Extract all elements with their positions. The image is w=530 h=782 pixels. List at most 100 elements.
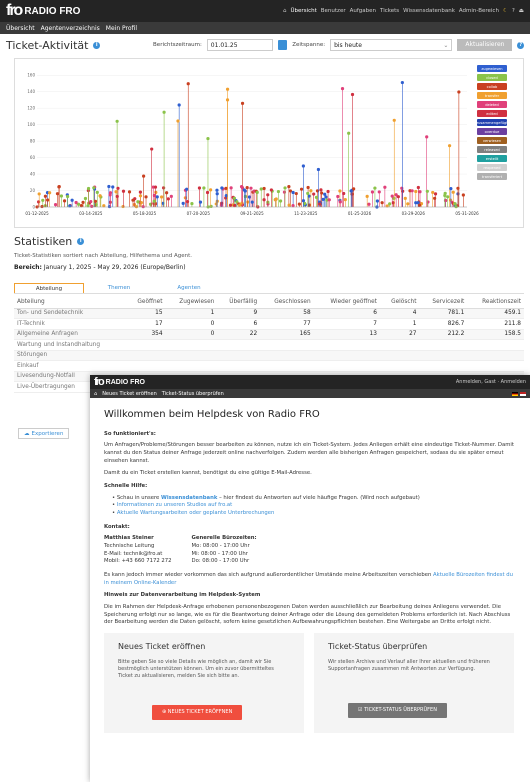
- table-row: Einkauf: [14, 360, 524, 372]
- data-point: [266, 193, 270, 197]
- data-point: [276, 189, 281, 194]
- help-info-icon[interactable]: ?: [517, 41, 525, 49]
- nav-item-users[interactable]: Benutzer: [321, 8, 346, 14]
- new-ticket-title: Neues Ticket eröffnen: [118, 641, 206, 651]
- table-cell: Allgemeine Anfragen: [14, 329, 127, 340]
- column-header[interactable]: Geöffnet: [126, 296, 166, 309]
- nav-new-ticket[interactable]: Neues Ticket eröffnen: [102, 391, 157, 397]
- new-ticket-button[interactable]: ⊕ NEUES TICKET ERÖFFNEN: [152, 704, 243, 721]
- table-cell: [419, 360, 468, 372]
- data-point: [165, 191, 169, 195]
- subnav-agent-directory[interactable]: Agentenverzeichnis: [41, 25, 100, 32]
- data-point: [177, 103, 181, 107]
- guest-login-links[interactable]: Anmelden, Gast · Anmelden: [456, 379, 526, 385]
- maintenance-link[interactable]: Aktuelle Wartungsarbeiten oder geplante …: [117, 510, 275, 516]
- nav-check-status[interactable]: Ticket-Status überprüfen: [162, 391, 224, 397]
- nav-item-overview[interactable]: Übersicht: [291, 8, 317, 14]
- data-point: [283, 186, 287, 190]
- logo-text: RADIO FRO: [24, 5, 81, 17]
- table-row: Ton- und Sendetechnik 15 1 9 58 6 4 781.1 459.1: [14, 308, 524, 319]
- help-icon[interactable]: ?: [512, 8, 515, 14]
- contact-title: Kontakt:: [104, 523, 130, 530]
- data-point: [95, 190, 99, 195]
- theme-toggle-icon[interactable]: ☾: [503, 8, 508, 14]
- data-point: [410, 189, 414, 193]
- data-point: [347, 131, 351, 135]
- subnav-my-profile[interactable]: Mein Profil: [106, 25, 137, 32]
- data-point: [37, 192, 41, 196]
- table-cell: 1: [379, 318, 420, 330]
- data-point: [320, 191, 324, 195]
- data-point: [312, 192, 316, 196]
- column-header[interactable]: Zugewiesen: [165, 296, 218, 309]
- data-point: [116, 186, 120, 190]
- flag-de-icon[interactable]: [512, 391, 518, 396]
- data-point: [299, 187, 304, 191]
- info-icon[interactable]: i: [93, 41, 101, 49]
- legend-label: erstellt: [486, 157, 499, 161]
- cloud-icon: ☁: [24, 430, 30, 437]
- statistics-title: Statistiken: [14, 235, 73, 248]
- studios-info-link[interactable]: Informationen zu unseren Studios auf fro…: [117, 502, 232, 508]
- data-point: [138, 190, 143, 194]
- knowledgebase-link[interactable]: Wissensdatenbank: [161, 495, 217, 501]
- column-header[interactable]: Abteilung: [14, 296, 127, 309]
- x-tick-label: 03-29-2026: [402, 211, 426, 216]
- data-point: [185, 200, 190, 204]
- data-point: [81, 200, 85, 204]
- nav-item-tasks[interactable]: Aufgaben: [350, 8, 376, 14]
- calendar-icon[interactable]: [277, 40, 288, 50]
- column-header[interactable]: Wieder geöffnet: [313, 296, 380, 309]
- column-header[interactable]: Überfällig: [217, 296, 261, 309]
- x-tick-label: 01-25-2026: [348, 211, 372, 216]
- data-point: [215, 188, 219, 192]
- table-cell: [313, 360, 380, 372]
- update-button[interactable]: Aktualisieren: [457, 39, 513, 51]
- column-header[interactable]: Reaktionszeit: [467, 296, 524, 309]
- span-select[interactable]: bis heute ⌄: [330, 39, 453, 51]
- tab-department[interactable]: Abteilung: [14, 283, 84, 293]
- table-cell: 17: [126, 318, 166, 330]
- span-label: Zeitspanne:: [292, 42, 326, 48]
- nav-item-knowledgebase[interactable]: Wissensdatenbank: [403, 8, 455, 14]
- table-cell: 7: [313, 318, 380, 330]
- legend-label: overdue: [485, 130, 501, 134]
- contact-email: E-Mail: technik@fro.at: [104, 550, 163, 557]
- data-point: [294, 191, 298, 196]
- data-point: [162, 110, 166, 114]
- data-point: [107, 184, 111, 189]
- column-header[interactable]: Servicezeit: [419, 296, 468, 309]
- column-header[interactable]: Geschlossen: [260, 296, 314, 309]
- logout-icon[interactable]: ⏏: [519, 8, 524, 14]
- nav-item-admin[interactable]: Admin-Bereich: [459, 8, 499, 14]
- data-point: [150, 147, 154, 151]
- how-it-works-text: Um Anfragen/Probleme/Störungen besser be…: [104, 442, 514, 464]
- data-point: [390, 194, 394, 198]
- table-cell: Einkauf: [14, 360, 127, 372]
- welcome-heading: Willkommen beim Helpdesk von Radio FRO: [104, 409, 320, 420]
- check-status-button[interactable]: ☑ TICKET-STATUS ÜBERPRÜFEN: [348, 702, 447, 719]
- data-point: [176, 119, 180, 123]
- data-point: [209, 188, 213, 192]
- subnav-overview[interactable]: Übersicht: [6, 25, 35, 32]
- data-point: [323, 192, 327, 196]
- logo[interactable]: fro RADIO FRO: [6, 3, 80, 19]
- how-it-works-title: So funktioniert's:: [104, 430, 156, 437]
- statistics-info-icon[interactable]: i: [77, 238, 85, 245]
- column-header[interactable]: Gelöscht: [379, 296, 420, 309]
- tab-agents[interactable]: Agenten: [154, 283, 224, 293]
- range-input[interactable]: 01.01.25: [206, 39, 273, 51]
- note-text: Es kann jedoch immer wieder vorkommen da…: [104, 571, 432, 578]
- flag-en-icon[interactable]: [520, 391, 526, 396]
- main-nav: ⌂ Übersicht Benutzer Aufgaben Tickets Wi…: [283, 8, 524, 14]
- y-tick-label: 80: [30, 139, 36, 144]
- nav-item-tickets[interactable]: Tickets: [380, 8, 399, 14]
- export-button[interactable]: ☁ Exportieren: [18, 428, 70, 439]
- tab-topics[interactable]: Themen: [84, 283, 154, 293]
- home-icon: ⌂: [94, 390, 98, 397]
- sub-nav: Übersicht Agentenverzeichnis Mein Profil: [0, 22, 530, 34]
- data-point: [121, 204, 125, 209]
- table-cell: 0: [165, 318, 218, 330]
- list-item: Schau in unsere Wissensdatenbank – hier …: [112, 495, 516, 503]
- helpdesk-logo[interactable]: fro RADIO FRO: [94, 376, 145, 388]
